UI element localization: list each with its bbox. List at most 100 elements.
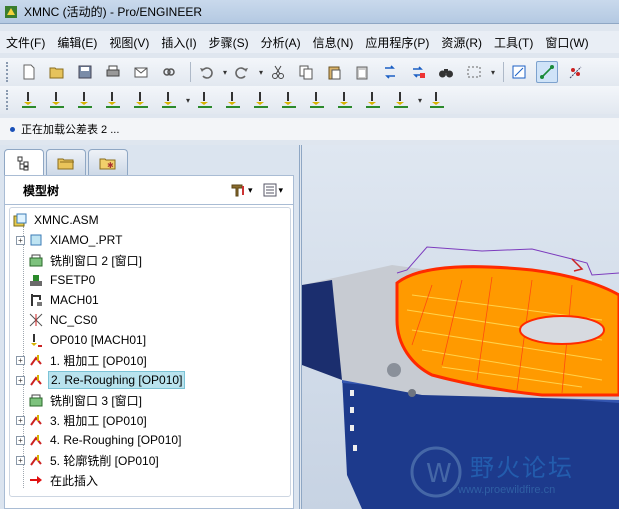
pocketing-icon[interactable] <box>158 89 180 111</box>
side-hole <box>350 425 354 431</box>
corner-finishing-icon[interactable] <box>362 89 384 111</box>
expand-toggle-icon[interactable]: + <box>16 355 25 365</box>
engraving-icon[interactable] <box>250 89 272 111</box>
paste-special-icon[interactable] <box>351 61 373 83</box>
mill-window-icon <box>28 392 44 408</box>
select-box-icon[interactable] <box>463 61 485 83</box>
re-roughing-icon[interactable] <box>306 89 328 111</box>
tree-item[interactable]: OP010 [MACH01] <box>16 330 148 350</box>
toolbar-separator <box>190 62 191 82</box>
expand-toggle-icon[interactable]: + <box>16 375 25 385</box>
new-file-icon[interactable] <box>18 61 40 83</box>
info-bullet-icon <box>10 126 15 132</box>
menu-item[interactable]: 插入(I) <box>155 34 202 51</box>
tree-item[interactable]: NC_CS0 <box>16 310 99 330</box>
tree-item[interactable]: XMNC.ASM <box>12 210 101 230</box>
undo-icon[interactable] <box>195 61 217 83</box>
menu-item[interactable]: 窗口(W) <box>539 34 594 51</box>
expand-toggle-icon[interactable]: + <box>16 455 25 465</box>
model-tree-tab[interactable] <box>4 149 44 176</box>
svg-text:W: W <box>426 459 452 489</box>
menu-item[interactable]: 资源(R) <box>435 34 488 51</box>
menu-item[interactable]: 分析(A) <box>255 34 307 51</box>
find-binoculars-icon[interactable] <box>435 61 457 83</box>
datum-point-display-icon[interactable] <box>564 61 586 83</box>
tree-item-label: 2. Re-Roughing [OP010] <box>48 371 186 389</box>
menu-item[interactable]: 编辑(E) <box>51 34 103 51</box>
select-dropdown-icon[interactable]: ▾ <box>491 68 495 77</box>
tree-item-label: XMNC.ASM <box>34 213 99 227</box>
copy-icon[interactable] <box>295 61 317 83</box>
regenerate-icon[interactable] <box>379 61 401 83</box>
model-tree-icon <box>17 156 29 171</box>
open-folder-icon[interactable] <box>46 61 68 83</box>
fixture-icon <box>28 272 44 288</box>
trajectory-milling-icon[interactable] <box>194 89 216 111</box>
expand-toggle-icon[interactable]: + <box>16 435 25 445</box>
redo-dropdown-icon[interactable]: ▾ <box>259 68 263 77</box>
menu-item[interactable]: 步骤(S) <box>203 34 255 51</box>
model-tree-header: 模型树 ▾ ▾ <box>4 175 294 205</box>
toolbar-separator <box>503 62 505 82</box>
holemaking-icon[interactable] <box>426 89 448 111</box>
nc-sequence-icon <box>28 432 44 448</box>
tree-item-label: NC_CS0 <box>50 313 98 327</box>
menu-item[interactable]: 视图(V) <box>103 34 155 51</box>
tree-item[interactable]: 在此插入 <box>16 470 100 490</box>
tree-item[interactable]: FSETP0 <box>16 270 97 290</box>
link-icon[interactable] <box>158 61 180 83</box>
favorites-folder-icon: ✱ <box>99 158 116 170</box>
cut-icon[interactable] <box>267 61 289 83</box>
local-milling-icon[interactable] <box>46 89 68 111</box>
nc-sequence-icon <box>28 352 44 368</box>
tree-item-label: 5. 轮廓铣削 [OP010] <box>50 453 159 468</box>
menu-item[interactable]: 工具(T) <box>488 34 539 51</box>
tree-settings-button[interactable]: ▾ <box>230 182 252 198</box>
tree-item[interactable]: +3. 粗加工 [OP010] <box>16 410 149 430</box>
datum-axis-display-icon[interactable] <box>536 61 559 83</box>
tree-item-label: XIAMO_.PRT <box>50 233 123 247</box>
expand-toggle-icon[interactable]: + <box>16 235 25 245</box>
tree-item[interactable]: +4. Re-Roughing [OP010] <box>16 430 183 450</box>
datum-plane-display-icon[interactable] <box>508 61 530 83</box>
thread-milling-icon[interactable] <box>222 89 244 111</box>
save-icon[interactable] <box>74 61 96 83</box>
toolbar-grip[interactable] <box>6 90 10 110</box>
chevron-down-icon[interactable]: ▾ <box>186 96 190 105</box>
paste-icon[interactable] <box>323 61 345 83</box>
tree-item[interactable]: +1. 粗加工 [OP010] <box>16 350 149 370</box>
drilling-icon[interactable] <box>390 89 412 111</box>
undo-dropdown-icon[interactable]: ▾ <box>223 68 227 77</box>
volume-milling-icon[interactable] <box>18 89 40 111</box>
tree-item[interactable]: 铣削窗口 2 [窗口] <box>16 250 144 270</box>
tree-item[interactable]: 铣削窗口 3 [窗口] <box>16 390 144 410</box>
email-icon[interactable] <box>130 61 152 83</box>
favorites-tab[interactable]: ✱ <box>88 149 128 175</box>
profile-milling-icon[interactable] <box>130 89 152 111</box>
tree-item[interactable]: +2. Re-Roughing [OP010] <box>16 370 186 390</box>
show-button[interactable]: ▾ <box>262 182 283 198</box>
menu-item[interactable]: 信息(N) <box>307 34 360 51</box>
title-bar: XMNC (活动的) - Pro/ENGINEER <box>0 0 619 24</box>
surface-milling-icon[interactable] <box>74 89 96 111</box>
tree-item-label: 铣削窗口 3 [窗口] <box>50 393 143 408</box>
toolbar-grip[interactable] <box>6 62 10 82</box>
menu-item[interactable]: 应用程序(P) <box>359 34 435 51</box>
chevron-down-icon[interactable]: ▾ <box>418 96 422 105</box>
tree-item[interactable]: + XIAMO_.PRT <box>16 230 124 250</box>
folder-browser-tab[interactable] <box>46 149 86 175</box>
expand-toggle-icon[interactable]: + <box>16 415 25 425</box>
message-area: 正在加载公差表 2 ... <box>0 118 619 140</box>
tree-item[interactable]: MACH01 <box>16 290 101 310</box>
menu-item[interactable]: 文件(F) <box>0 34 51 51</box>
finishing-icon[interactable] <box>334 89 356 111</box>
tree-item[interactable]: +5. 轮廓铣削 [OP010] <box>16 450 161 470</box>
face-milling-icon[interactable] <box>102 89 124 111</box>
side-hole <box>353 445 357 451</box>
regen-manager-icon[interactable] <box>407 61 429 83</box>
window-title: XMNC (活动的) - Pro/ENGINEER <box>24 5 203 19</box>
redo-icon[interactable] <box>231 61 253 83</box>
print-icon[interactable] <box>102 61 124 83</box>
panel-title: 模型树 <box>23 183 60 198</box>
roughing-icon[interactable] <box>278 89 300 111</box>
